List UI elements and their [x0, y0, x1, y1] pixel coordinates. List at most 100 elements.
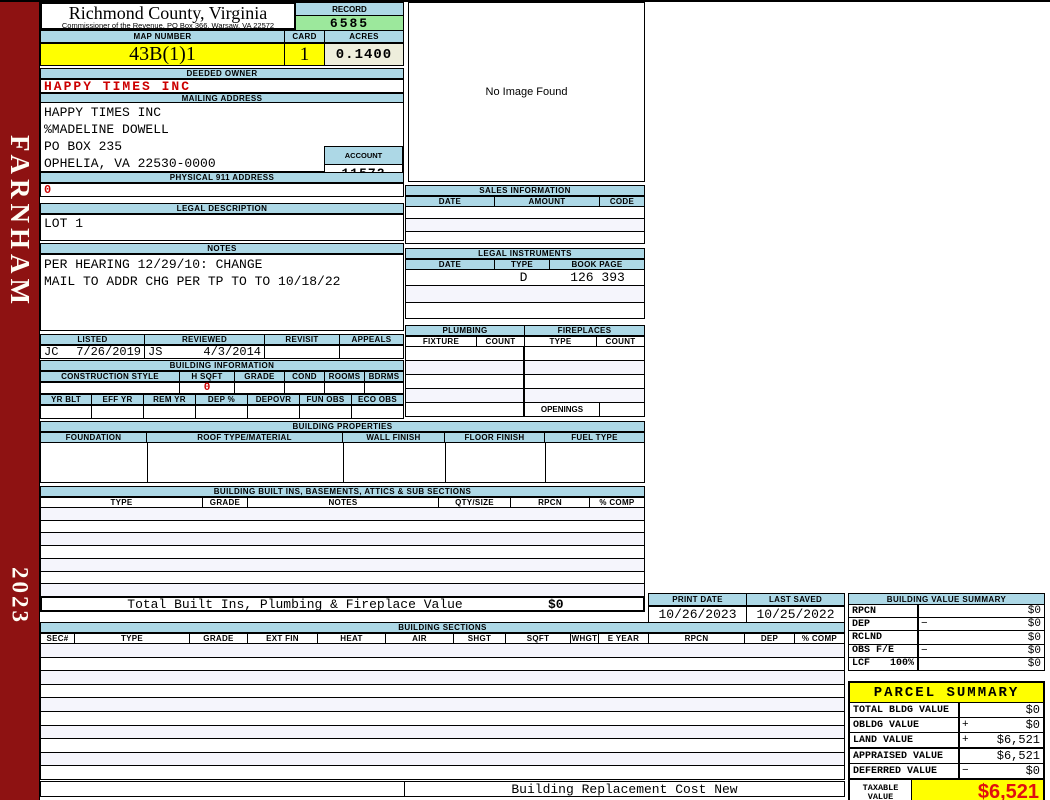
- ps-value: $0: [974, 764, 1043, 778]
- cond-value[interactable]: [285, 382, 325, 394]
- building-section-row[interactable]: [41, 685, 844, 699]
- remyr-value[interactable]: [144, 405, 196, 419]
- rooms-value[interactable]: [325, 382, 365, 394]
- ps-label: DEFERRED VALUE: [850, 764, 960, 778]
- ecoobs-value[interactable]: [352, 405, 404, 419]
- card-label: CARD: [285, 30, 325, 43]
- building-section-row[interactable]: [41, 658, 844, 672]
- property-photo-box[interactable]: No Image Found: [408, 2, 645, 182]
- listed-value[interactable]: JC 7/26/2019: [40, 345, 145, 359]
- deeded-owner-value[interactable]: HAPPY TIMES INC: [40, 79, 404, 93]
- physical-911-value[interactable]: 0: [40, 183, 404, 197]
- building-section-row[interactable]: [41, 644, 844, 658]
- bi-notes-label: NOTES: [248, 497, 439, 508]
- reviewed-date: 4/3/2014: [203, 345, 261, 359]
- ps-value: $0: [974, 703, 1043, 717]
- building-properties-table: BUILDING PROPERTIES FOUNDATION ROOF TYPE…: [40, 421, 645, 483]
- mailing-address-block[interactable]: HAPPY TIMES INC %MADELINE DOWELL PO BOX …: [40, 103, 404, 172]
- ps-op: [960, 749, 974, 763]
- fp-type-label: TYPE: [525, 336, 597, 347]
- plumbing-title: PLUMBING: [405, 325, 525, 336]
- sales-title: SALES INFORMATION: [405, 185, 645, 196]
- notes-area[interactable]: PER HEARING 12/29/10: CHANGE MAIL TO ADD…: [40, 254, 404, 331]
- plumbing-row[interactable]: [406, 389, 644, 403]
- ps-value: $6,521: [974, 749, 1043, 763]
- grade-value[interactable]: [235, 382, 285, 394]
- legal-description-value[interactable]: LOT 1: [40, 214, 404, 241]
- legal-instrument-row[interactable]: [406, 303, 644, 318]
- bvs-row-obsfe: OBS F/E − $0: [848, 645, 1045, 658]
- building-section-row[interactable]: [41, 726, 844, 740]
- building-section-row[interactable]: [41, 671, 844, 685]
- bdrms-label: BDRMS: [365, 371, 404, 382]
- building-section-row[interactable]: [41, 766, 844, 779]
- built-ins-row[interactable]: [41, 533, 644, 546]
- building-section-row[interactable]: [41, 698, 844, 712]
- bvs-op: −: [919, 618, 933, 630]
- yrblt-value[interactable]: [40, 405, 92, 419]
- sales-row[interactable]: [406, 232, 644, 243]
- bvs-op: [919, 631, 933, 643]
- funobs-value[interactable]: [300, 405, 352, 419]
- deeded-owner-label: DEEDED OWNER: [40, 68, 404, 79]
- plumbing-row[interactable]: [406, 375, 644, 389]
- dep-pct-value[interactable]: [196, 405, 248, 419]
- physical-911-label: PHYSICAL 911 ADDRESS: [40, 172, 404, 183]
- bdrms-value[interactable]: [365, 382, 404, 394]
- built-ins-row[interactable]: [41, 572, 644, 585]
- building-section-row[interactable]: [41, 739, 844, 753]
- building-section-row[interactable]: [41, 753, 844, 767]
- record-value[interactable]: 6585: [296, 16, 403, 31]
- li-bookpage-value: 126 393: [551, 270, 644, 285]
- foundation-value[interactable]: [41, 443, 148, 482]
- legal-instrument-row[interactable]: D 126 393: [406, 270, 644, 286]
- card-value[interactable]: 1: [285, 43, 325, 66]
- bvs-title: BUILDING VALUE SUMMARY: [848, 593, 1045, 605]
- building-sections-title: BUILDING SECTIONS: [40, 622, 845, 633]
- built-ins-row[interactable]: [41, 584, 644, 596]
- appeals-value[interactable]: [340, 345, 404, 359]
- built-ins-row[interactable]: [41, 521, 644, 534]
- built-ins-row[interactable]: [41, 508, 644, 521]
- legal-instrument-row[interactable]: [406, 286, 644, 302]
- built-ins-row[interactable]: [41, 546, 644, 559]
- roof-value[interactable]: [148, 443, 344, 482]
- li-type-value: D: [496, 270, 551, 285]
- bi-type-label: TYPE: [40, 497, 203, 508]
- bvs-label: RPCN: [852, 606, 876, 617]
- built-ins-row[interactable]: [41, 559, 644, 572]
- openings-row: OPENINGS: [406, 403, 644, 416]
- ps-label: TOTAL BLDG VALUE: [850, 703, 960, 717]
- map-header-row: MAP NUMBER CARD ACRES: [40, 30, 404, 43]
- building-info-values-1: 0: [40, 382, 404, 394]
- no-image-text: No Image Found: [486, 86, 568, 98]
- mailing-line: %MADELINE DOWELL: [44, 121, 403, 138]
- sales-row[interactable]: [406, 207, 644, 219]
- hsqft-value[interactable]: 0: [180, 382, 235, 394]
- floorfinish-label: FLOOR FINISH: [445, 432, 545, 443]
- wallfinish-value[interactable]: [344, 443, 446, 482]
- reviewed-label: REVIEWED: [145, 334, 265, 345]
- acres-value[interactable]: 0.1400: [325, 43, 404, 66]
- building-information-title: BUILDING INFORMATION: [40, 360, 404, 371]
- bs-whgt-label: WHGT: [571, 633, 599, 644]
- revisit-label: REVISIT: [265, 334, 340, 345]
- building-section-row[interactable]: [41, 712, 844, 726]
- map-number-value[interactable]: 43B(1)1: [40, 43, 285, 66]
- replacement-cost-spacer: [41, 782, 405, 796]
- rooms-label: ROOMS: [325, 371, 365, 382]
- bi-grade-label: GRADE: [203, 497, 248, 508]
- sales-row[interactable]: [406, 219, 644, 231]
- fueltype-value[interactable]: [546, 443, 644, 482]
- floorfinish-value[interactable]: [446, 443, 546, 482]
- reviewed-value[interactable]: JS 4/3/2014: [145, 345, 265, 359]
- effyr-value[interactable]: [92, 405, 144, 419]
- built-ins-total-row: Total Built Ins, Plumbing & Fireplace Va…: [40, 597, 645, 612]
- construction-style-value[interactable]: [40, 382, 180, 394]
- revisit-value[interactable]: [265, 345, 340, 359]
- map-number-label: MAP NUMBER: [40, 30, 285, 43]
- listed-by: JC: [44, 345, 58, 359]
- plumbing-row[interactable]: [406, 347, 644, 361]
- depovr-value[interactable]: [248, 405, 300, 419]
- plumbing-row[interactable]: [406, 361, 644, 375]
